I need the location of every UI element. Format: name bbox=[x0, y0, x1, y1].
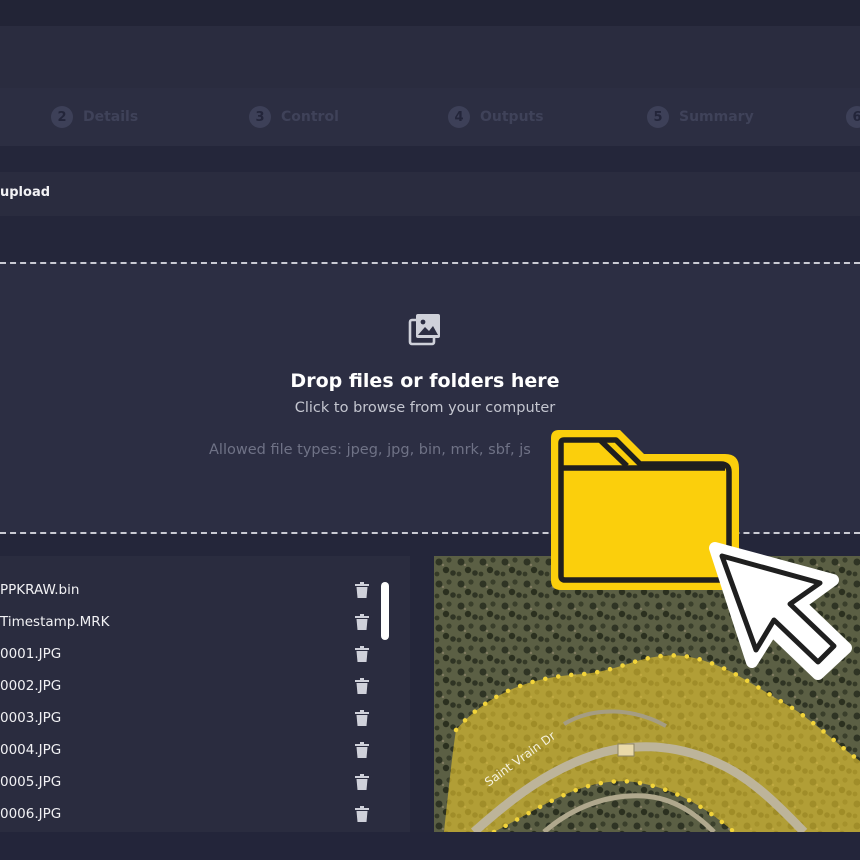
wizard-stepper: 2 Details 3 Control 4 Outputs 5 Summary … bbox=[0, 88, 860, 146]
section-title: upload bbox=[0, 185, 51, 200]
aerial-map bbox=[434, 556, 860, 832]
file-name: 0002.JPG bbox=[0, 678, 62, 694]
step-6[interactable]: 6 bbox=[846, 105, 860, 129]
file-row: Timestamp.MRK bbox=[0, 608, 380, 638]
drop-title: Drop files or folders here bbox=[290, 370, 560, 392]
step-control[interactable]: 3 Control bbox=[249, 105, 339, 129]
trash-icon[interactable] bbox=[355, 742, 369, 758]
step-label: Details bbox=[83, 109, 139, 125]
allowed-file-types: Allowed file types: jpeg, jpg, bin, mrk,… bbox=[209, 442, 531, 458]
file-name: PPKRAW.bin bbox=[0, 582, 80, 598]
step-details[interactable]: 2 Details bbox=[51, 105, 138, 129]
file-row: 0001.JPG bbox=[0, 640, 380, 670]
file-name: 0005.JPG bbox=[0, 774, 62, 790]
file-name: 0003.JPG bbox=[0, 710, 62, 726]
step-number: 3 bbox=[249, 106, 271, 128]
trash-icon[interactable] bbox=[355, 774, 369, 790]
trash-icon[interactable] bbox=[355, 710, 369, 726]
step-label: Summary bbox=[679, 109, 754, 125]
trash-icon[interactable] bbox=[355, 806, 369, 822]
uploaded-file-list: PPKRAW.bin Timestamp.MRK 0001.JPG 0002.J… bbox=[0, 556, 410, 832]
trash-icon[interactable] bbox=[355, 646, 369, 662]
step-label: Outputs bbox=[480, 109, 544, 125]
file-name: 0001.JPG bbox=[0, 646, 62, 662]
file-name: Timestamp.MRK bbox=[0, 614, 110, 630]
trash-icon[interactable] bbox=[355, 582, 369, 598]
file-name: 0004.JPG bbox=[0, 742, 62, 758]
file-row: 0004.JPG bbox=[0, 736, 380, 766]
file-name: 0006.JPG bbox=[0, 806, 62, 822]
file-row: 0006.JPG bbox=[0, 800, 380, 830]
file-row: 0003.JPG bbox=[0, 704, 380, 734]
top-bar bbox=[0, 0, 860, 26]
file-row: 0002.JPG bbox=[0, 672, 380, 702]
step-number: 5 bbox=[647, 106, 669, 128]
image-stack-icon bbox=[408, 314, 440, 346]
file-list-scrollbar[interactable] bbox=[381, 582, 389, 640]
file-dropzone[interactable]: Drop files or folders here Click to brow… bbox=[0, 262, 860, 534]
step-number: 2 bbox=[51, 106, 73, 128]
bottom-bar bbox=[0, 832, 860, 860]
file-row: 0005.JPG bbox=[0, 768, 380, 798]
step-label: Control bbox=[281, 109, 339, 125]
upload-section-header: upload bbox=[0, 172, 860, 216]
app-header bbox=[0, 26, 860, 88]
map-preview[interactable]: Saint Vrain Dr bbox=[434, 556, 860, 832]
step-outputs[interactable]: 4 Outputs bbox=[448, 105, 544, 129]
trash-icon[interactable] bbox=[355, 678, 369, 694]
file-row: PPKRAW.bin bbox=[0, 576, 380, 606]
trash-icon[interactable] bbox=[355, 614, 369, 630]
step-number: 6 bbox=[846, 106, 860, 128]
step-summary[interactable]: 5 Summary bbox=[647, 105, 754, 129]
step-number: 4 bbox=[448, 106, 470, 128]
browse-link[interactable]: Click to browse from your computer bbox=[0, 400, 850, 416]
